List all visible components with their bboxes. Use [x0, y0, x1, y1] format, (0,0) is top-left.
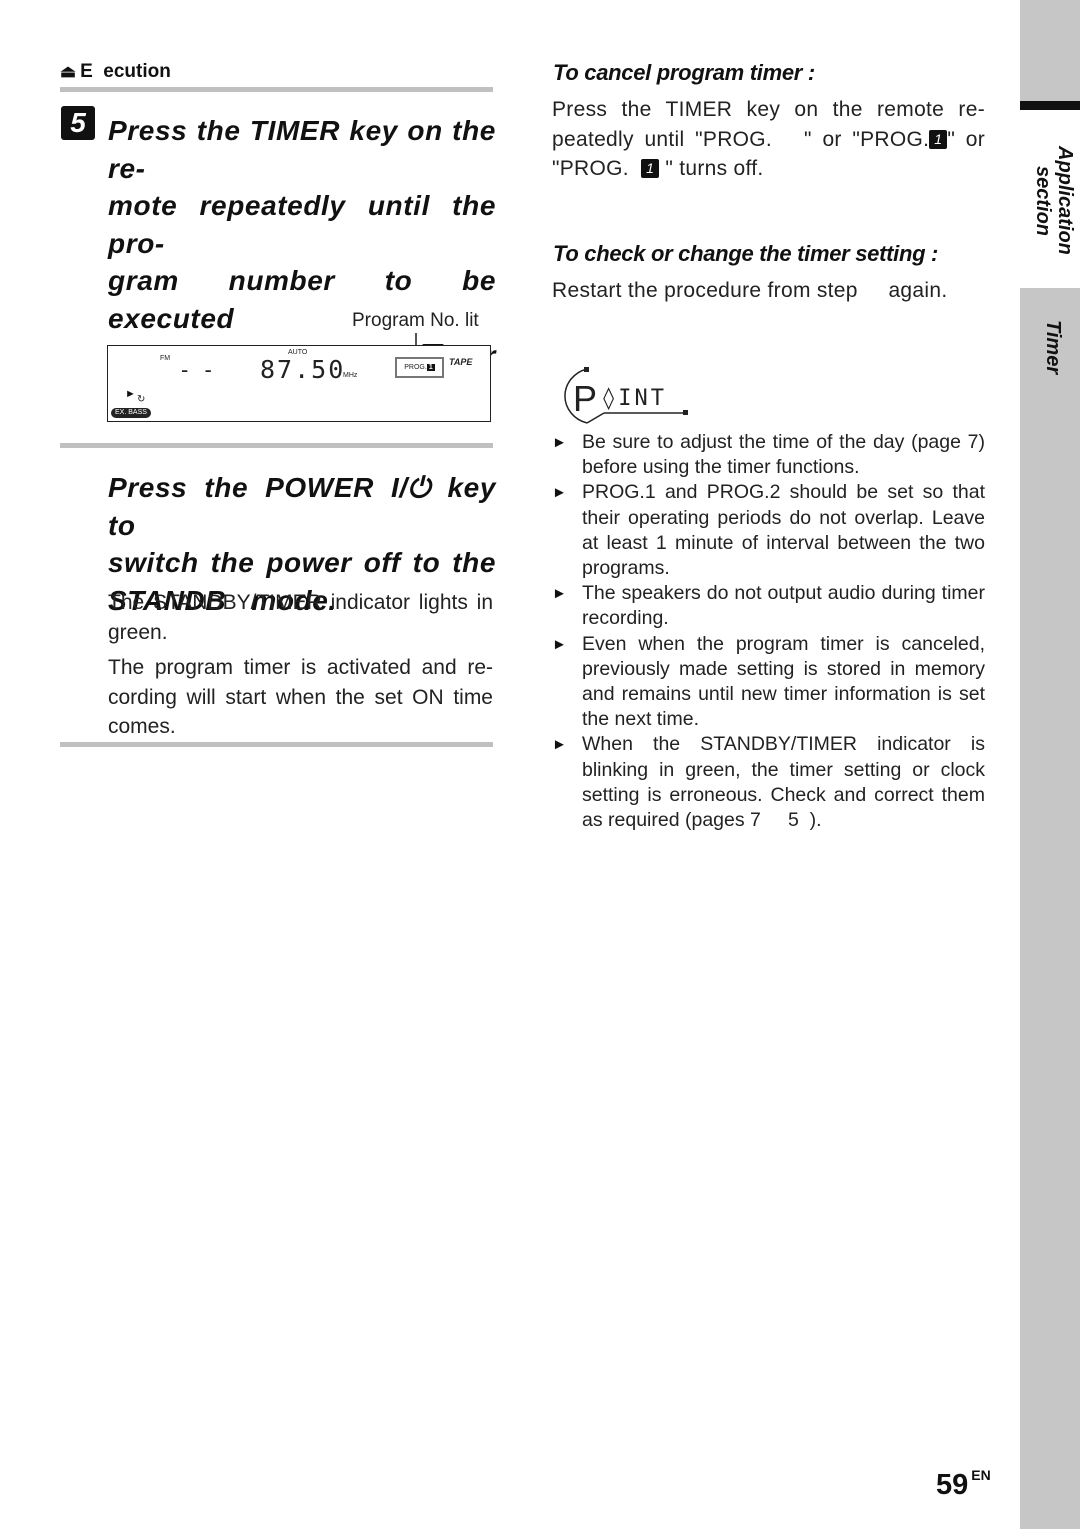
point-item-text: When the STANDBY/TIMER indicator is blin… — [582, 733, 991, 832]
step6-note-2: The program timer is activated and re-co… — [108, 656, 493, 738]
lcd-prog-number: 1 — [426, 364, 435, 371]
inverted-digit-icon: 1 — [929, 129, 948, 149]
bullet-arrow-icon: ► — [552, 736, 567, 754]
divider — [60, 443, 493, 448]
cancel-heading: To cancel program timer : — [553, 60, 815, 85]
eject-icon: ⏏ — [60, 62, 77, 81]
bullet-arrow-icon: ► — [552, 484, 567, 502]
step5-line: Press the TIMER key on the re- — [108, 115, 496, 184]
point-item: ► Even when the program timer is canceled… — [552, 632, 985, 733]
section-header: ⏏ E ecution — [60, 61, 171, 83]
lcd-frequency: 87.50 — [260, 355, 346, 384]
step6-line: Press the POWER I/⏻ key to — [108, 472, 496, 541]
check-body: Restart the procedure from step again. — [552, 279, 948, 302]
inverted-digit-icon: 1 — [641, 159, 660, 178]
bullet-arrow-icon: ► — [552, 434, 567, 451]
lcd-display-illustration: FM - - AUTO 87.50 MHz PROG. 1 TAPE ► ↻ EX… — [107, 345, 491, 422]
bullet-arrow-icon: ► — [552, 635, 567, 653]
cancel-body-text: " turns off. — [659, 157, 764, 180]
point-item-text: PROG.1 and PROG.2 should be set so that … — [582, 481, 985, 580]
cancel-body: Press the TIMER key on the remote re-pea… — [552, 95, 985, 184]
point-item-text: The speakers do not output audio during … — [582, 582, 985, 630]
page-number-value: 59 — [936, 1469, 969, 1501]
play-icon: ► — [125, 388, 136, 400]
side-tab-label-line1: Application — [1054, 146, 1076, 255]
lcd-prog-label: PROG. — [404, 364, 427, 371]
repeat-icon: ↻ — [137, 394, 146, 405]
check-heading: To check or change the timer setting : — [553, 241, 939, 266]
step6-line: switch the power off to the — [108, 547, 496, 578]
divider — [60, 742, 493, 747]
point-item-text: Even when the program timer is canceled,… — [582, 632, 985, 731]
lcd-source: TAPE — [449, 357, 473, 367]
point-logo-dot — [584, 367, 589, 372]
point-item: ► PROG.1 and PROG.2 should be set so that… — [552, 480, 985, 581]
point-item: ► The speakers do not output audio during… — [552, 581, 985, 631]
point-item: ► When the STANDBY/TIMER indicator is bli… — [552, 732, 985, 833]
side-tab-timer-label: Timer — [1042, 320, 1064, 375]
bullet-arrow-icon: ► — [552, 585, 567, 603]
lcd-unit: MHz — [343, 372, 358, 379]
step-number-badge: 5 — [61, 106, 95, 140]
side-tab-label-line2: section — [1032, 166, 1054, 237]
lcd-ex-bass: EX. BASS — [111, 408, 151, 418]
point-list: ► Be sure to adjust the time of the day (… — [552, 430, 985, 833]
divider — [60, 87, 493, 92]
cancel-body-text: Press the TIMER key on the remote re-pea… — [552, 98, 985, 151]
lcd-dashes: - - — [181, 357, 217, 382]
lcd-prog-indicator: PROG. 1 — [395, 357, 444, 378]
step5-line: mote repeatedly until the pro- — [108, 190, 496, 259]
lcd-band: FM — [160, 355, 171, 362]
point-logo: P ◊INT — [564, 367, 688, 424]
side-tab-application-section[interactable]: Application section — [1020, 110, 1080, 288]
page-number: 59 EN — [936, 1467, 991, 1502]
point-item: ► Be sure to adjust the time of the day (… — [552, 430, 985, 480]
point-item-text: Be sure to adjust the time of the day (p… — [582, 431, 985, 479]
page-lang: EN — [971, 1467, 991, 1483]
side-tab-timer[interactable]: Timer — [1020, 288, 1080, 408]
point-logo-dot — [683, 410, 688, 415]
lcd-caption: Program No. lit — [352, 310, 479, 331]
step6-note-1: The STANDBY/TIMER indicator lights in gr… — [108, 591, 493, 644]
point-logo-text: ◊INT — [602, 386, 667, 411]
section-header-text: E ecution — [80, 61, 171, 82]
point-logo-p: P — [573, 378, 597, 419]
side-tab-marker — [1020, 101, 1080, 110]
